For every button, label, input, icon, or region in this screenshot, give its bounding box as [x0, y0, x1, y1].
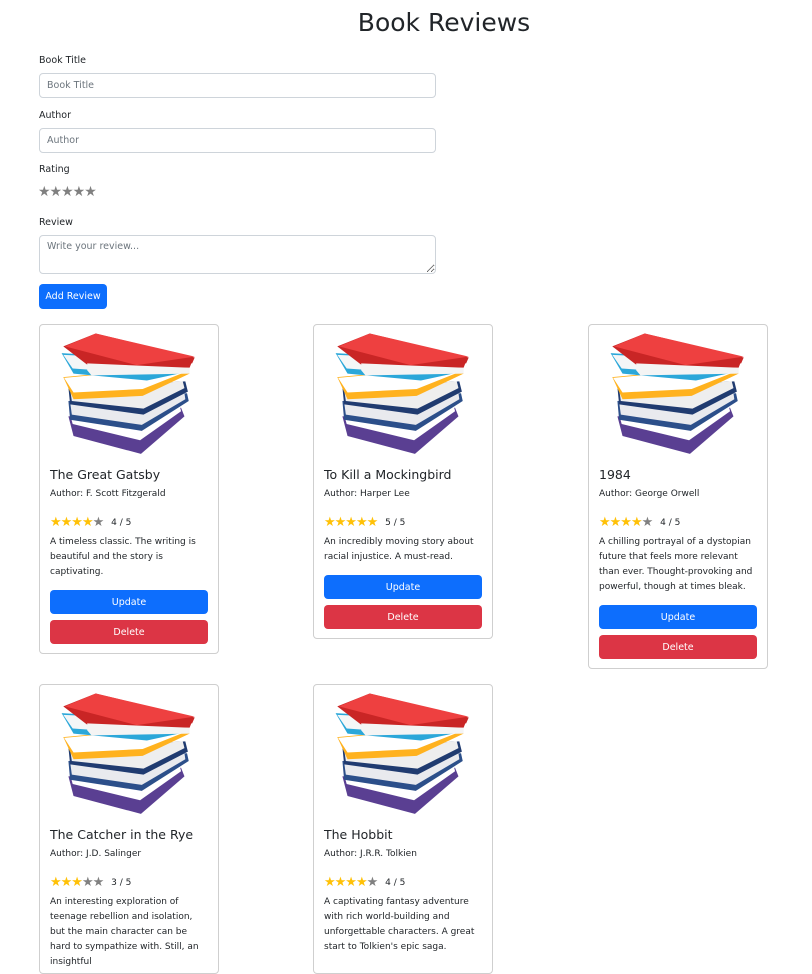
rating-text: 4 / 5	[660, 518, 681, 528]
star-rating-icons: ★★★★★	[50, 875, 104, 890]
card-author: Author: George Orwell	[599, 489, 700, 499]
filled-stars: ★★★★	[324, 875, 368, 890]
card-author: Author: Harper Lee	[324, 489, 410, 499]
card-rating: ★★★★★ 4 / 5	[50, 515, 131, 530]
filled-stars: ★★★★	[50, 515, 94, 530]
star-rating-icons: ★★★★★	[324, 875, 379, 890]
empty-stars: ★	[641, 515, 654, 530]
star-rating-icons: ★★★★★	[50, 515, 105, 530]
delete-button[interactable]: Delete	[50, 620, 208, 644]
book-stack-image	[61, 693, 195, 814]
card-title: The Catcher in the Rye	[50, 827, 194, 842]
card-title: 1984	[599, 467, 631, 482]
empty-stars: ★★	[81, 875, 104, 890]
card-author: Author: J.R.R. Tolkien	[324, 849, 417, 859]
book-stack-image	[61, 333, 195, 454]
card-title: The Hobbit	[324, 827, 393, 842]
card-author: Author: F. Scott Fitzgerald	[50, 489, 166, 499]
update-button[interactable]: Update	[50, 590, 208, 614]
add-review-button[interactable]: Add Review	[39, 284, 107, 309]
rating-text: 3 / 5	[111, 878, 132, 888]
book-stack-image	[335, 693, 469, 814]
review-card: The Catcher in the Rye Author: J.D. Sali…	[39, 684, 219, 974]
star-rating-icons: ★★★★★	[599, 515, 654, 530]
card-author: Author: J.D. Salinger	[50, 849, 142, 859]
review-card: 1984 Author: George Orwell ★★★★★ 4 / 5 A…	[588, 324, 768, 669]
card-review-text: An interesting exploration of teenage re…	[50, 897, 199, 967]
delete-button[interactable]: Delete	[324, 605, 482, 629]
card-rating: ★★★★★ 4 / 5	[324, 875, 405, 890]
book-stack-image	[610, 333, 744, 454]
review-textarea[interactable]	[39, 235, 436, 274]
card-review-text: An incredibly moving story about racial …	[324, 537, 474, 562]
rating-label: Rating	[39, 164, 70, 175]
star-rating-icons: ★★★★★	[324, 515, 378, 530]
filled-stars: ★★★★	[599, 515, 643, 530]
card-title: To Kill a Mockingbird	[324, 467, 452, 482]
book-title-label: Book Title	[39, 55, 87, 66]
book-title-input[interactable]	[39, 73, 436, 98]
empty-stars: ★	[92, 515, 105, 530]
book-stack-image	[335, 333, 469, 454]
rating-text: 4 / 5	[111, 518, 132, 528]
card-rating: ★★★★★ 3 / 5	[50, 875, 131, 890]
review-card: The Hobbit Author: J.R.R. Tolkien ★★★★★ …	[313, 684, 493, 974]
card-title: The Great Gatsby	[50, 467, 161, 482]
author-input[interactable]	[39, 128, 436, 153]
author-label: Author	[39, 110, 71, 121]
empty-stars: ★	[366, 875, 379, 890]
review-card: To Kill a Mockingbird Author: Harper Lee…	[313, 324, 493, 639]
review-card: The Great Gatsby Author: F. Scott Fitzge…	[39, 324, 219, 654]
page-title: Book Reviews	[357, 8, 531, 37]
card-rating: ★★★★★ 4 / 5	[599, 515, 680, 530]
card-rating: ★★★★★ 5 / 5	[324, 515, 405, 530]
rating-text: 4 / 5	[385, 878, 406, 888]
review-label: Review	[39, 217, 73, 228]
rating-stars-input[interactable]: ★★★★★	[38, 184, 97, 200]
delete-button[interactable]: Delete	[599, 635, 757, 659]
filled-stars: ★★★	[50, 875, 83, 890]
filled-stars: ★★★★★	[324, 515, 378, 530]
rating-text: 5 / 5	[385, 518, 406, 528]
rating-star-icons[interactable]: ★★★★★	[38, 184, 97, 200]
update-button[interactable]: Update	[599, 605, 757, 629]
card-review-text: A captivating fantasy adventure with ric…	[324, 897, 475, 952]
card-review-text: A timeless classic. The writing is beaut…	[50, 537, 196, 577]
card-review-text: A chilling portrayal of a dystopian futu…	[599, 537, 753, 592]
update-button[interactable]: Update	[324, 575, 482, 599]
